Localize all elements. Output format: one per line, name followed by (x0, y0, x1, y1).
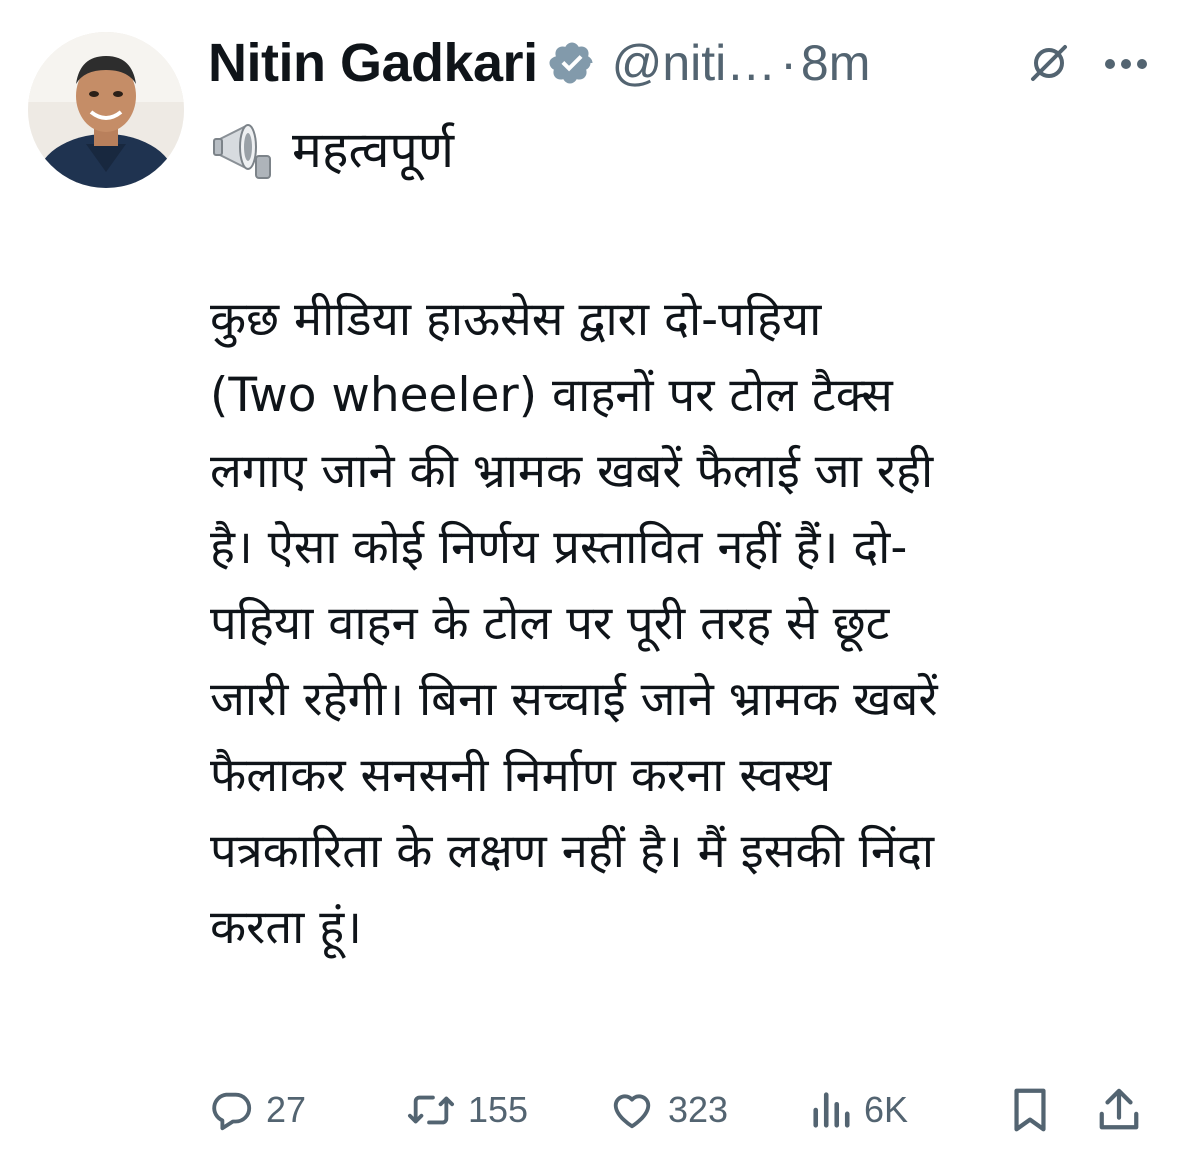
views-button[interactable]: 6K (810, 1082, 908, 1138)
share-button[interactable] (1096, 1082, 1142, 1138)
separator-dot: · (780, 35, 797, 91)
verified-badge-icon[interactable] (548, 39, 596, 87)
repost-count: 155 (468, 1089, 529, 1130)
tweet-text-line: (Two wheeler) वाहनों पर टोल टैक्स (210, 368, 893, 423)
like-count: 323 (668, 1089, 729, 1130)
heart-icon (608, 1087, 656, 1133)
bookmark-icon (1008, 1085, 1052, 1135)
repost-button[interactable]: 155 (406, 1082, 528, 1138)
avatar[interactable] (28, 32, 184, 188)
tweet-label-line: महत्वपूर्ण (212, 108, 454, 188)
repost-icon (406, 1087, 456, 1133)
like-button[interactable]: 323 (608, 1082, 728, 1138)
tweet-timestamp[interactable]: 8m (801, 34, 870, 92)
more-icon[interactable] (1102, 56, 1150, 72)
tweet-text-line: करता हूं। (210, 900, 362, 955)
megaphone-icon (212, 116, 278, 180)
avatar-image (28, 32, 184, 188)
share-icon (1096, 1085, 1142, 1135)
tweet-text: कुछ मीडिया हाऊसेस द्वारा दो-पहिया (Two w… (210, 282, 1158, 966)
reply-button[interactable]: 27 (208, 1082, 306, 1138)
tweet-action-bar: 27 155 323 6K (208, 1082, 1158, 1138)
tweet-text-line: पहिया वाहन के टोल पर पूरी तरह से छूट (210, 596, 890, 651)
reply-count: 27 (266, 1089, 307, 1130)
bookmark-button[interactable] (1008, 1082, 1052, 1138)
tweet-text-line: जारी रहेगी। बिना सच्चाई जाने भ्रामक खबरे… (210, 672, 938, 727)
reply-icon (208, 1087, 254, 1133)
views-count: 6K (864, 1089, 909, 1130)
tweet-text-line: कुछ मीडिया हाऊसेस द्वारा दो-पहिया (210, 292, 822, 347)
grok-icon[interactable] (1028, 42, 1070, 84)
author-name[interactable]: Nitin Gadkari (208, 32, 538, 94)
tweet-label: महत्वपूर्ण (292, 121, 455, 179)
tweet-text-line: लगाए जाने की भ्रामक खबरें फैलाई जा रही (210, 444, 934, 499)
tweet-text-line: है। ऐसा कोई निर्णय प्रस्तावित नहीं हैं। … (210, 520, 908, 575)
tweet-text-line: पत्रकारिता के लक्षण नहीं है। मैं इसकी नि… (210, 824, 935, 879)
views-icon (810, 1087, 852, 1133)
author-handle[interactable]: @niti… (612, 34, 777, 92)
tweet-header: Nitin Gadkari @niti… · 8m (208, 28, 1158, 98)
tweet-text-line: फैलाकर सनसनी निर्माण करना स्वस्थ (210, 748, 832, 803)
